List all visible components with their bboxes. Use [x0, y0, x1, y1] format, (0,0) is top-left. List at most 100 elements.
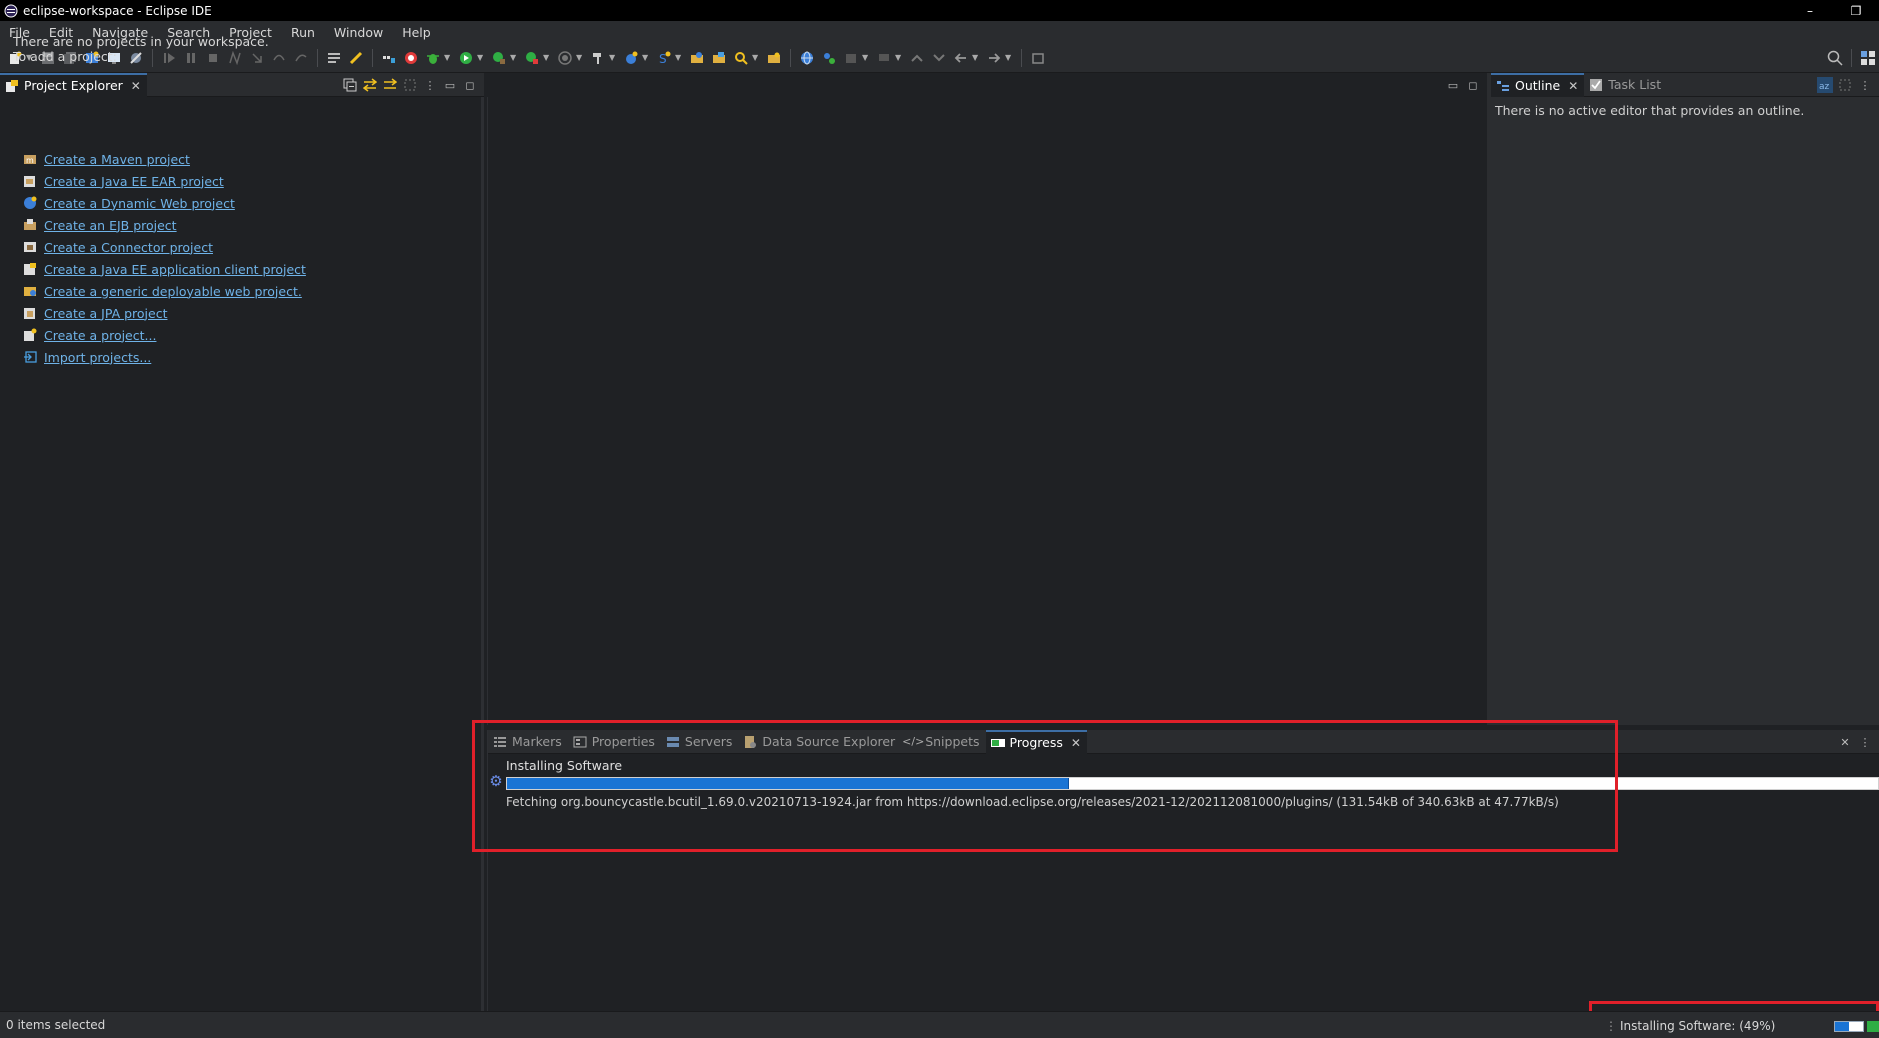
tab-snippets[interactable]: </> Snippets [901, 730, 985, 754]
progress-bar [506, 777, 1879, 790]
tab-task-list[interactable]: Task List [1584, 73, 1667, 97]
menu-window[interactable]: Window [327, 25, 395, 40]
list-item: Create a Java EE application client proj… [22, 258, 306, 280]
gear-icon: ⚙ [489, 772, 503, 790]
pin-editor-icon[interactable] [1029, 49, 1047, 67]
create-project-links: m Create a Maven project Create a Java E… [22, 148, 306, 368]
chevron-down-icon[interactable]: ▼ [895, 53, 903, 62]
tab-task-list-label: Task List [1608, 77, 1662, 92]
new-java-class-icon[interactable]: S [655, 49, 673, 67]
chevron-down-icon[interactable]: ▼ [752, 53, 760, 62]
import-projects-link[interactable]: Import projects... [44, 350, 151, 365]
console-icon[interactable] [325, 49, 343, 67]
collapse-all-icon[interactable] [340, 78, 360, 92]
drag-handle-icon: ⋮ [1605, 1019, 1617, 1033]
connections-icon[interactable] [820, 49, 838, 67]
job-status[interactable]: ⋮ Installing Software: (49%) [1605, 1019, 1775, 1033]
run-icon[interactable] [457, 49, 475, 67]
outline-panel [1487, 73, 1879, 725]
chevron-down-icon[interactable]: ▼ [444, 53, 452, 62]
progress-view-icon[interactable] [1867, 1021, 1879, 1032]
tab-progress[interactable]: Progress ✕ [985, 729, 1087, 754]
web-browser-icon[interactable] [798, 49, 816, 67]
svg-text:S: S [659, 52, 667, 65]
create-jpa-project-link[interactable]: Create a JPA project [44, 306, 167, 321]
chevron-down-icon[interactable]: ▼ [609, 53, 617, 62]
chevron-down-icon[interactable]: ▼ [576, 53, 584, 62]
chevron-down-icon[interactable]: ▼ [477, 53, 485, 62]
chevron-down-icon[interactable]: ▼ [972, 53, 980, 62]
hammer-icon[interactable] [589, 49, 607, 67]
chevron-down-icon[interactable]: ▼ [1005, 53, 1013, 62]
run-last-tool-icon[interactable] [490, 49, 508, 67]
window-titlebar: eclipse-workspace - Eclipse IDE – ❐ [0, 0, 1879, 21]
remove-all-finished-icon[interactable]: ✕ [1835, 736, 1855, 749]
close-icon[interactable]: ✕ [1071, 736, 1081, 750]
step-over-icon[interactable] [270, 49, 288, 67]
prev-edit-icon[interactable] [908, 49, 926, 67]
properties-icon [572, 735, 588, 749]
menu-help[interactable]: Help [395, 25, 443, 40]
tab-servers[interactable]: Servers [661, 730, 739, 754]
link-with-editor-icon[interactable] [360, 78, 380, 92]
restore-button[interactable]: ❐ [1833, 0, 1879, 21]
maximize-view-icon[interactable]: ◻ [1463, 79, 1483, 92]
maximize-view-icon[interactable]: ◻ [460, 79, 480, 92]
focus-icon[interactable] [400, 78, 420, 92]
external-tools-icon[interactable] [523, 49, 541, 67]
next-edit-icon[interactable] [930, 49, 948, 67]
progress-icon [990, 736, 1006, 750]
create-app-client-project-link[interactable]: Create a Java EE application client proj… [44, 262, 306, 277]
annotation-icon[interactable] [842, 49, 860, 67]
view-menu-icon[interactable]: ⋮ [1855, 736, 1875, 749]
tab-properties[interactable]: Properties [568, 730, 661, 754]
quick-access-search-icon[interactable] [1826, 49, 1844, 67]
view-menu-icon[interactable]: ⋮ [1855, 79, 1875, 92]
status-progress-bar[interactable] [1834, 1021, 1864, 1032]
create-connector-project-link[interactable]: Create a Connector project [44, 240, 213, 255]
toolbar-separator [1851, 49, 1852, 67]
debug-icon[interactable] [424, 49, 442, 67]
chevron-down-icon[interactable]: ▼ [510, 53, 518, 62]
create-dynamic-web-project-link[interactable]: Create a Dynamic Web project [44, 196, 235, 211]
new-java-package-icon[interactable] [622, 49, 640, 67]
close-icon[interactable]: ✕ [131, 79, 141, 93]
menu-run[interactable]: Run [284, 25, 327, 40]
create-generic-web-project-link[interactable]: Create a generic deployable web project. [44, 284, 302, 299]
comment-icon[interactable] [875, 49, 893, 67]
minimize-view-icon[interactable]: ▭ [1443, 79, 1463, 92]
chevron-down-icon[interactable]: ▼ [642, 53, 650, 62]
step-return-icon[interactable] [292, 49, 310, 67]
tab-data-source-explorer[interactable]: Data Source Explorer [738, 730, 901, 754]
view-menu-icon[interactable]: ⋮ [420, 79, 440, 92]
tab-outline[interactable]: Outline ✕ [1491, 72, 1585, 97]
create-project-link[interactable]: Create a project... [44, 328, 156, 343]
create-ejb-project-link[interactable]: Create an EJB project [44, 218, 177, 233]
perspective-icon[interactable] [1859, 49, 1877, 67]
minimize-view-icon[interactable]: ▭ [440, 79, 460, 92]
forward-arrow-icon[interactable] [985, 49, 1003, 67]
profile-icon[interactable] [402, 49, 420, 67]
back-arrow-icon[interactable] [952, 49, 970, 67]
coverage-icon[interactable] [380, 49, 398, 67]
filters-icon[interactable] [380, 78, 400, 92]
chevron-down-icon[interactable]: ▼ [543, 53, 551, 62]
tab-project-explorer[interactable]: Project Explorer ✕ [0, 72, 147, 97]
open-type-icon[interactable] [688, 49, 706, 67]
open-task-icon[interactable] [710, 49, 728, 67]
bug-run-icon[interactable] [347, 49, 365, 67]
record-icon[interactable] [556, 49, 574, 67]
open-folder-icon[interactable] [765, 49, 783, 67]
bottom-panel [487, 730, 1879, 1011]
chevron-down-icon[interactable]: ▼ [675, 53, 683, 62]
sort-icon[interactable]: az [1815, 77, 1835, 93]
chevron-down-icon[interactable]: ▼ [862, 53, 870, 62]
focus-icon[interactable] [1835, 78, 1855, 92]
create-ear-project-link[interactable]: Create a Java EE EAR project [44, 174, 224, 189]
progress-job-title: Installing Software [506, 758, 623, 773]
minimize-button[interactable]: – [1787, 0, 1833, 21]
tab-markers[interactable]: Markers [488, 730, 568, 754]
search-icon[interactable] [732, 49, 750, 67]
create-maven-project-link[interactable]: Create a Maven project [44, 152, 190, 167]
close-icon[interactable]: ✕ [1568, 79, 1578, 93]
